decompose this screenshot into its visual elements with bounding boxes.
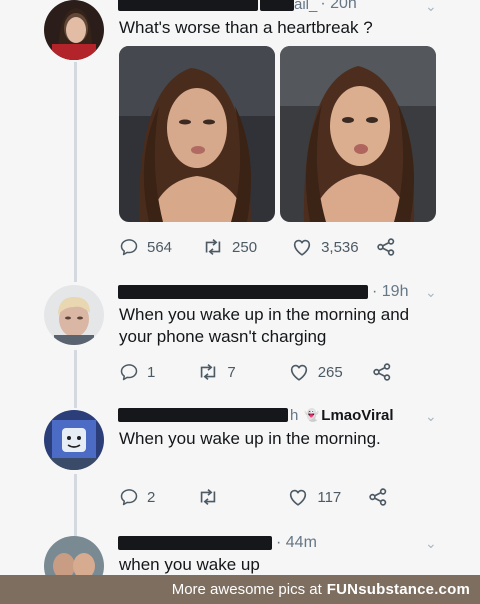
reply-button[interactable]: 1 [119,362,155,382]
retweet-count: 250 [232,238,258,256]
tweet-photo-2[interactable] [280,46,436,222]
tweet-text: What's worse than a heartbreak ? [119,18,373,37]
reply-button[interactable]: 2 [119,487,155,507]
share-button[interactable] [367,486,389,508]
avatar[interactable] [44,0,104,60]
retweet-icon [202,236,224,258]
reply-icon [119,362,139,382]
retweet-count: 7 [227,363,236,381]
redacted-name [118,536,272,550]
chevron-down-icon[interactable]: ⌄ [425,408,437,425]
timestamp[interactable]: · 20h [320,0,356,13]
footer-prefix: More awesome pics at [171,581,322,598]
reply-icon [119,487,139,507]
share-icon [371,361,393,383]
avatar[interactable] [44,285,104,345]
username-fragment[interactable]: h [290,407,298,424]
chevron-down-icon[interactable]: ⌄ [425,284,437,301]
like-button[interactable]: 117 [287,486,341,508]
like-button[interactable]: 3,536 [291,236,359,258]
tweet-header: ail_ · 20h [118,0,357,14]
share-button[interactable] [371,361,393,383]
tweet-text: when you wake up [119,555,260,574]
thread-line-2 [74,350,77,408]
timestamp[interactable]: · 19h [372,283,408,301]
share-button[interactable] [375,236,397,258]
tweet-header: h 👻 LmaoViral [118,405,394,425]
share-icon [367,486,389,508]
tweet-header: · 44m [118,533,317,553]
like-count: 265 [317,363,343,381]
redacted-name [118,285,368,299]
tweet-header: · 19h [118,282,408,302]
reply-button[interactable]: 564 [119,237,172,257]
tweet-text: When you wake up in the morning and your… [119,304,409,348]
redacted-name [118,0,258,11]
thread-line-1 [74,62,77,282]
ghost-icon: 👻 [304,408,320,422]
chevron-down-icon[interactable]: ⌄ [425,0,437,15]
reply-count: 564 [147,238,173,256]
retweet-icon [197,486,219,508]
like-count: 117 [317,488,342,506]
retweet-button[interactable] [197,486,227,508]
retweet-button[interactable]: 250 [202,236,257,258]
username-fragment[interactable]: ail_ [294,0,317,13]
watermark-footer: More awesome pics at FUNsubstance.com [0,575,480,604]
tweet-photo-1[interactable] [119,46,275,222]
share-icon [375,236,397,258]
reply-count: 1 [147,363,156,381]
tweet-actions: 2 117 [119,486,389,508]
thread-line-3 [74,474,77,536]
tweet-text-line-2: your phone wasn't charging [119,327,327,346]
chevron-down-icon[interactable]: ⌄ [425,535,437,552]
like-count: 3,536 [321,238,359,256]
like-button[interactable]: 265 [288,361,343,383]
retweet-button[interactable]: 7 [197,361,236,383]
avatar[interactable] [44,410,104,470]
redacted-name [118,408,288,422]
redacted-handle [260,0,294,11]
tweet-actions: 1 7 265 [119,361,393,383]
tweet-text: When you wake up in the morning. [119,429,381,448]
lmaoviral-handle[interactable]: LmaoViral [321,407,393,424]
tweet-actions: 564 250 3,536 [119,236,397,258]
like-icon [291,236,313,258]
reply-icon [119,237,139,257]
like-icon [287,486,309,508]
tweet-text-line-1: When you wake up in the morning and [119,305,410,324]
reply-count: 2 [147,488,156,506]
retweet-icon [197,361,219,383]
footer-brand[interactable]: FUNsubstance.com [327,581,470,598]
like-icon [288,361,310,383]
timestamp[interactable]: · 44m [276,534,317,552]
